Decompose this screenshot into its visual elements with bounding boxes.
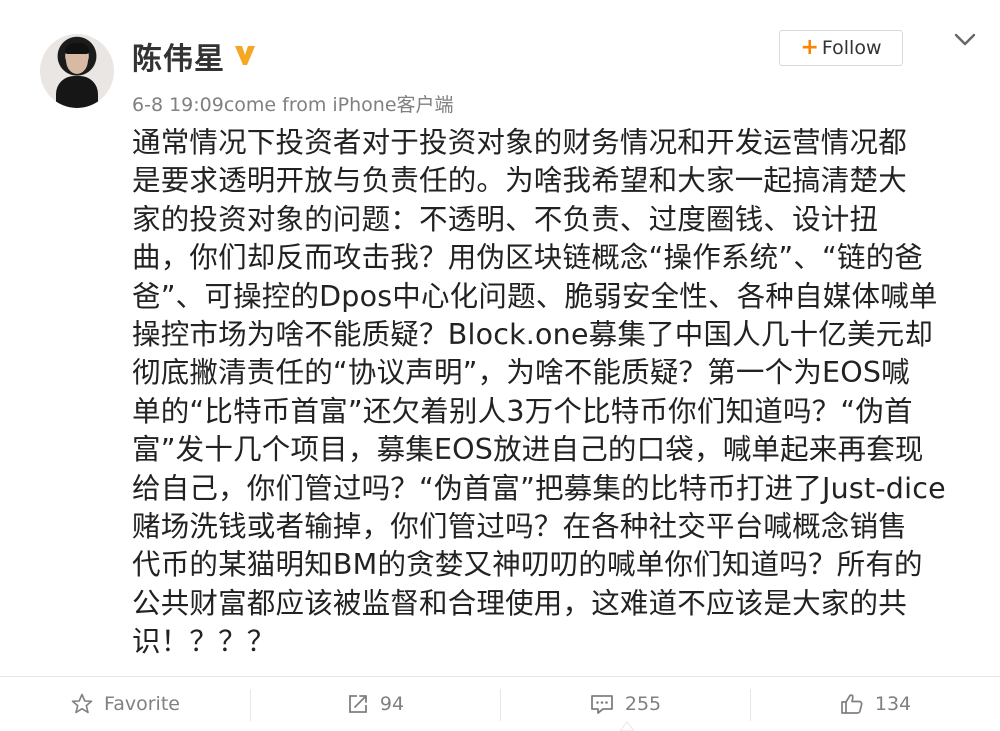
post-meta: 6-8 19:09come from iPhone客户端 [132, 90, 454, 117]
repost-icon [349, 695, 367, 713]
avatar[interactable] [40, 34, 114, 108]
weibo-post-card: 陈伟星 6-8 19:09come from iPhone客户端 + Follo… [0, 0, 1000, 731]
post-body-text: 通常情况下投资者对于投资对象的财务情况和开发运营情况都 是要求透明开放与负责任的… [132, 126, 946, 659]
comment-icon [590, 695, 613, 714]
favorite-button[interactable]: Favorite [0, 677, 250, 731]
favorite-label: Favorite [104, 693, 180, 715]
plus-icon: + [800, 35, 819, 60]
comment-active-caret-icon [620, 721, 634, 731]
username[interactable]: 陈伟星 [132, 34, 225, 78]
star-icon [71, 693, 93, 714]
post-source: come from iPhone客户端 [223, 94, 454, 116]
follow-label: Follow [821, 37, 882, 59]
follow-button[interactable]: + Follow [779, 30, 903, 66]
repost-count: 94 [379, 693, 405, 715]
repost-button[interactable]: 94 [250, 677, 500, 731]
post-timestamp[interactable]: 6-8 19:09 [132, 94, 224, 116]
comment-count: 255 [624, 693, 662, 715]
chevron-down-icon[interactable] [953, 32, 977, 48]
action-bar: Favorite 94 255 134 [0, 676, 1000, 731]
thumbs-up-icon [841, 694, 863, 714]
like-button[interactable]: 134 [750, 677, 1000, 731]
verified-badge-icon [235, 46, 255, 65]
like-count: 134 [874, 693, 912, 715]
